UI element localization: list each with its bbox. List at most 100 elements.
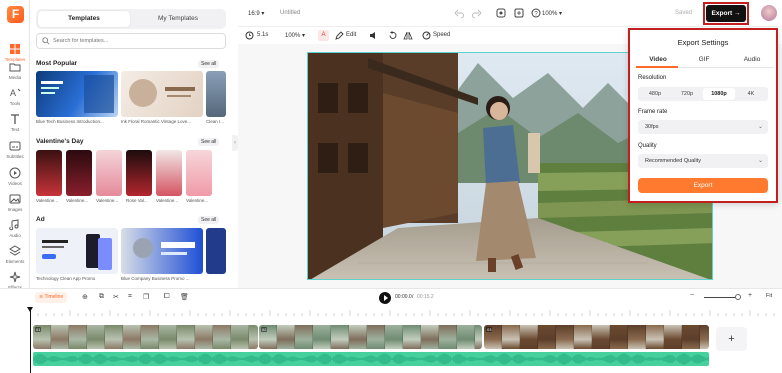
scale-value: 100%: [285, 33, 301, 39]
zoom-out-icon[interactable]: −: [690, 292, 694, 299]
avatar[interactable]: [761, 5, 777, 21]
tab-templates[interactable]: Templates: [38, 11, 130, 27]
timeline-panel: ≋ Timeline ⊕ ⧉ ✂ ⌗ ❐ ⧠ 🗑 00:00.0 / 00:15…: [0, 288, 782, 373]
resolution-720p[interactable]: 720p: [671, 88, 703, 100]
timeline-ruler[interactable]: [30, 310, 782, 316]
scale-select[interactable]: 100% ▾: [285, 32, 305, 39]
tab-my-templates[interactable]: My Templates: [132, 11, 224, 27]
total-time: 00:15.2: [417, 294, 434, 300]
template-caption: Valentine...: [96, 198, 119, 203]
zoom-in-icon[interactable]: +: [748, 292, 752, 299]
nav-item-media[interactable]: Media: [0, 61, 30, 85]
text-icon: [11, 114, 19, 124]
template-caption: Clean I...: [206, 119, 225, 124]
screenshot-icon[interactable]: [496, 8, 506, 18]
clip-frame: [177, 325, 195, 349]
speed-button[interactable]: Speed: [433, 32, 450, 38]
duplicate-icon[interactable]: ⧠: [164, 293, 170, 301]
zoom-select[interactable]: 100% ▾: [542, 10, 562, 17]
search-input[interactable]: [53, 36, 218, 46]
ai-effect-icon[interactable]: A: [318, 30, 329, 41]
section-title-ad: Ad: [36, 216, 45, 223]
template-thumb[interactable]: [36, 150, 62, 196]
template-preview: [41, 75, 114, 113]
aspect-ratio-select[interactable]: 16:9 ▾: [248, 10, 264, 17]
quality-select[interactable]: Recommended Quality ⌄: [638, 154, 768, 168]
delete-icon[interactable]: 🗑: [180, 293, 189, 301]
tab-gif[interactable]: GIF: [680, 56, 728, 63]
template-thumb[interactable]: [121, 71, 203, 117]
duration-value[interactable]: 5.1s: [257, 32, 268, 38]
chevron-down-icon: ⌄: [757, 124, 763, 130]
nav-item-images[interactable]: Images: [0, 193, 30, 217]
flip-icon[interactable]: [403, 31, 413, 40]
clip-frame: [295, 325, 313, 349]
template-thumb[interactable]: [156, 150, 182, 196]
resolution-1080p[interactable]: 1080p: [703, 88, 735, 100]
template-thumb[interactable]: [121, 228, 203, 274]
nav-item-subtitles[interactable]: Subtitles: [0, 140, 30, 164]
tab-video[interactable]: Video: [634, 56, 682, 63]
template-thumb[interactable]: [206, 71, 226, 117]
edit-button[interactable]: Edit: [346, 32, 356, 38]
templates-icon: [10, 44, 20, 54]
split-icon[interactable]: ⧉: [99, 293, 104, 301]
template-thumb[interactable]: [96, 150, 122, 196]
clip-frame: [646, 325, 664, 349]
clip-frame: [159, 325, 177, 349]
undo-icon[interactable]: [454, 9, 464, 18]
export-confirm-button[interactable]: Export: [638, 178, 768, 193]
template-thumb[interactable]: [186, 150, 212, 196]
template-thumb[interactable]: [126, 150, 152, 196]
fullscreen-icon[interactable]: [514, 8, 524, 18]
volume-icon[interactable]: [369, 31, 378, 40]
tab-audio[interactable]: Audio: [728, 56, 776, 63]
copy-icon[interactable]: ❐: [143, 293, 149, 301]
template-search[interactable]: [36, 33, 226, 49]
see-all-ad[interactable]: See all: [198, 216, 220, 224]
rotate-icon[interactable]: [388, 31, 397, 40]
app-logo[interactable]: F: [7, 6, 24, 23]
clip-frame: [475, 325, 482, 349]
fit-button[interactable]: Fit: [766, 293, 772, 299]
zoom-slider-handle[interactable]: [735, 294, 741, 300]
video-clip[interactable]: 01: [33, 325, 258, 349]
see-all-popular[interactable]: See all: [198, 60, 220, 68]
resolution-480p[interactable]: 480p: [639, 88, 671, 100]
template-thumb[interactable]: [36, 228, 118, 274]
nav-item-videos[interactable]: Videos: [0, 167, 30, 191]
nav-item-text[interactable]: Text: [0, 113, 30, 137]
aspect-ratio-value: 16:9: [248, 11, 260, 17]
project-title[interactable]: Untitled: [280, 10, 300, 16]
template-thumb[interactable]: [206, 228, 226, 274]
clip-frame: [502, 325, 520, 349]
audio-track[interactable]: [33, 352, 709, 366]
nav-item-tools[interactable]: A Tools: [0, 87, 30, 111]
playhead[interactable]: [27, 307, 33, 373]
clip-label: 02: [261, 327, 268, 332]
play-button[interactable]: [379, 292, 391, 304]
see-all-valentine[interactable]: See all: [198, 138, 220, 146]
timeline-toggle[interactable]: ≋ Timeline: [35, 292, 68, 303]
resolution-4k[interactable]: 4K: [735, 88, 767, 100]
template-preview: [129, 79, 195, 107]
template-caption: Technology Clean App Promo: [36, 276, 96, 281]
add-track-button[interactable]: +: [716, 327, 747, 351]
add-clip-icon[interactable]: ⊕: [82, 293, 88, 301]
current-time: 00:00.0: [395, 294, 412, 300]
crop-icon[interactable]: ⌗: [128, 293, 132, 301]
nav-item-audio[interactable]: Audio: [0, 219, 30, 243]
template-thumb[interactable]: [66, 150, 92, 196]
frame-rate-select[interactable]: 30fps ⌄: [638, 120, 768, 134]
video-clip[interactable]: 02: [259, 325, 482, 349]
clip-frame: [231, 325, 249, 349]
help-icon[interactable]: ?: [531, 8, 541, 18]
redo-icon[interactable]: [472, 9, 482, 18]
nav-item-label: Audio: [9, 233, 21, 238]
nav-item-elements[interactable]: Elements: [0, 245, 30, 269]
clip-frame: [51, 325, 69, 349]
cut-icon[interactable]: ✂: [113, 293, 119, 301]
template-thumb[interactable]: [36, 71, 118, 117]
nav-item-label: Tools: [9, 101, 21, 106]
video-clip[interactable]: 03: [484, 325, 709, 349]
